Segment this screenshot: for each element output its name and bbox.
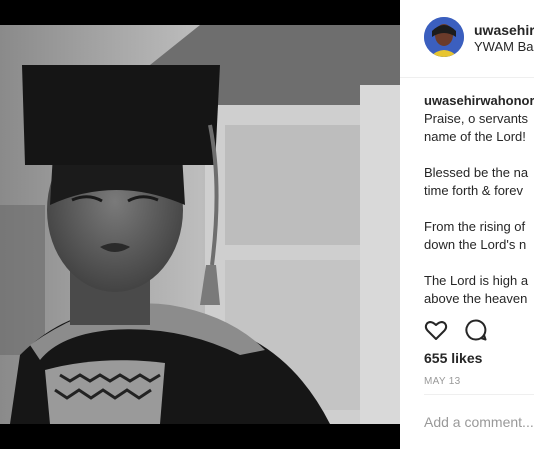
post-header: uwasehirwahonore YWAM Base	[400, 0, 534, 78]
caption-username-link[interactable]: uwasehirwahonore	[424, 92, 534, 110]
caption-line: above the heaven	[424, 291, 528, 306]
post-username-link[interactable]: uwasehirwahonore	[474, 22, 534, 38]
divider	[424, 394, 534, 395]
post-sidebar: uwasehirwahonore YWAM Base uwasehirwahon…	[400, 0, 534, 449]
caption-line: From the rising of	[424, 219, 526, 234]
post-caption: uwasehirwahonore Praise, o servants name o…	[424, 92, 534, 326]
comment-input[interactable]	[424, 414, 534, 430]
heart-icon	[424, 321, 448, 340]
like-button[interactable]	[424, 318, 448, 342]
comment-icon	[465, 319, 487, 341]
caption-line: time forth & forev	[424, 183, 523, 198]
post-photo[interactable]	[0, 25, 400, 424]
avatar[interactable]	[424, 17, 464, 57]
caption-line: Blessed be the na	[424, 165, 529, 180]
caption-line: down the Lord's n	[424, 237, 527, 252]
post-location-link[interactable]: YWAM Base	[474, 39, 534, 54]
graduation-photo	[0, 25, 400, 424]
avatar-image	[424, 17, 464, 57]
caption-line: name of the Lord!	[424, 129, 526, 144]
post-date[interactable]: MAY 13	[424, 376, 460, 387]
caption-line: Praise, o servants	[424, 111, 529, 126]
comment-button[interactable]	[464, 318, 488, 342]
photo-pane	[0, 0, 400, 449]
like-count[interactable]: 655 likes	[424, 350, 482, 366]
caption-line: The Lord is high a	[424, 273, 529, 288]
